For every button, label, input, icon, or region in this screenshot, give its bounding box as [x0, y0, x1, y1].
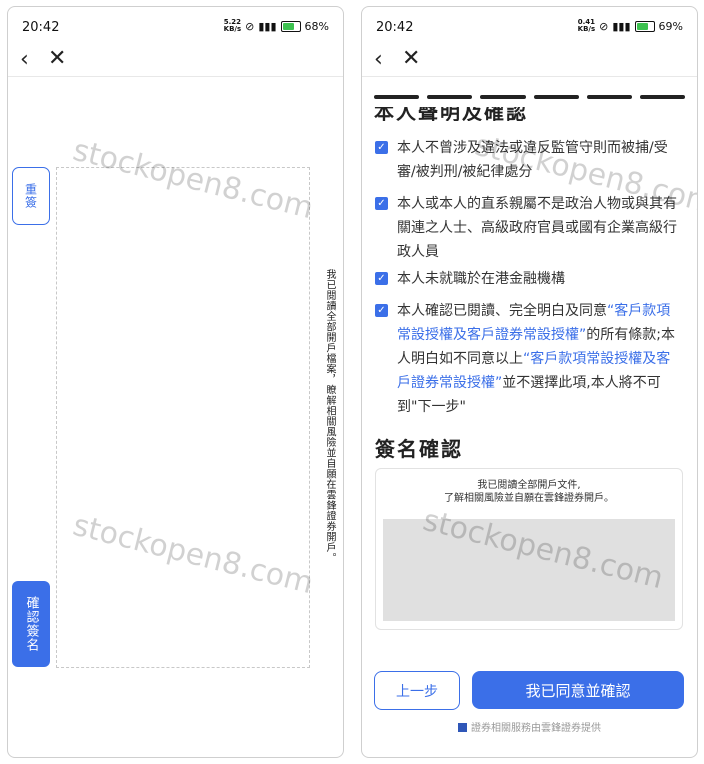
agree-confirm-button[interactable]: 我已同意並確認: [472, 671, 684, 709]
brand-icon: [458, 723, 467, 732]
network-speed: 0.41 KB/s: [577, 18, 596, 33]
battery-percent: 69%: [658, 19, 683, 33]
signature-preview[interactable]: [383, 519, 675, 621]
progress-step: [480, 95, 526, 99]
status-bar: 20:42 0.41 KB/s ⊘ ▮▮▮ 69%: [362, 7, 697, 45]
agreement-text: 本人確認已閱讀、完全明白及同意“客戶款項常設授權及客戶證券常設授權”的所有條款;…: [397, 303, 675, 415]
resign-button[interactable]: 重簽: [12, 167, 50, 225]
checkbox-checked-icon[interactable]: ✓: [375, 272, 388, 285]
nav-bar: ‹ ✕: [8, 45, 343, 77]
right-phone-screen: 20:42 0.41 KB/s ⊘ ▮▮▮ 69% ‹ ✕ 本人聲明及確認 ✓ 本…: [361, 6, 698, 758]
declaration-item[interactable]: ✓ 本人確認已閱讀、完全明白及同意“客戶款項常設授權及客戶證券常設授權”的所有條…: [375, 299, 680, 419]
checkbox-checked-icon[interactable]: ✓: [375, 304, 388, 317]
declaration-item[interactable]: ✓ 本人或本人的直系親屬不是政治人物或與其有關連之人士、高級政府官員或國有企業高…: [375, 192, 680, 264]
status-time: 20:42: [376, 20, 414, 35]
progress-step: [586, 95, 632, 99]
nav-bar: ‹ ✕: [362, 45, 697, 77]
signature-box[interactable]: 我已閱讀全部開戶文件, 了解相關風險並自願在雲鋒證券開戶。: [375, 468, 683, 630]
progress-step: [533, 95, 579, 99]
battery-icon: [634, 20, 655, 32]
declaration-item[interactable]: ✓ 本人不曾涉及違法或違反監管守則而被捕/受審/被判刑/被紀律處分: [375, 136, 680, 184]
checkbox-checked-icon[interactable]: ✓: [375, 141, 388, 154]
status-bar: 20:42 5.22 KB/s ⊘ ▮▮▮ 68%: [8, 7, 343, 45]
signature-canvas[interactable]: [56, 167, 310, 668]
previous-step-button[interactable]: 上一步: [374, 671, 460, 710]
footer-note: 證券相關服務由雲鋒證券提供: [362, 719, 697, 734]
close-icon[interactable]: ✕: [402, 46, 420, 71]
signature-heading: 簽名確認: [375, 437, 463, 461]
declaration-item[interactable]: ✓ 本人未就職於在港金融機構: [375, 267, 680, 291]
progress-step: [639, 95, 686, 99]
divider: [362, 76, 697, 77]
progress-step: [427, 95, 473, 99]
checkbox-checked-icon[interactable]: ✓: [375, 197, 388, 210]
battery-icon: [280, 20, 301, 32]
confirm-signature-button[interactable]: 確認簽名: [12, 581, 50, 667]
status-time: 20:42: [22, 20, 60, 35]
progress-step: [374, 95, 420, 99]
back-icon[interactable]: ‹: [374, 47, 383, 72]
divider: [8, 76, 343, 77]
vertical-statement: 我已閱讀全部開戶檔案，瞭解相關風險並自願在雲鋒證券開戶。: [324, 269, 335, 563]
signature-statement: 我已閱讀全部開戶文件, 了解相關風險並自願在雲鋒證券開戶。: [444, 480, 614, 504]
status-icons: 5.22 KB/s ⊘ ▮▮▮ 68%: [224, 19, 329, 33]
status-icons: 0.41 KB/s ⊘ ▮▮▮ 69%: [578, 19, 683, 33]
mute-icon: ⊘: [599, 19, 609, 33]
network-speed: 5.22 KB/s: [223, 18, 242, 33]
signal-icon: ▮▮▮: [612, 19, 631, 33]
close-icon[interactable]: ✕: [48, 46, 66, 71]
signal-icon: ▮▮▮: [258, 19, 277, 33]
left-phone-screen: 20:42 5.22 KB/s ⊘ ▮▮▮ 68% ‹ ✕ 重簽 確認簽名 我已閱…: [7, 6, 344, 758]
step-progress: [374, 95, 686, 99]
battery-percent: 68%: [304, 19, 329, 33]
section-heading: 本人聲明及確認: [374, 107, 528, 121]
back-icon[interactable]: ‹: [20, 47, 29, 72]
mute-icon: ⊘: [245, 19, 255, 33]
